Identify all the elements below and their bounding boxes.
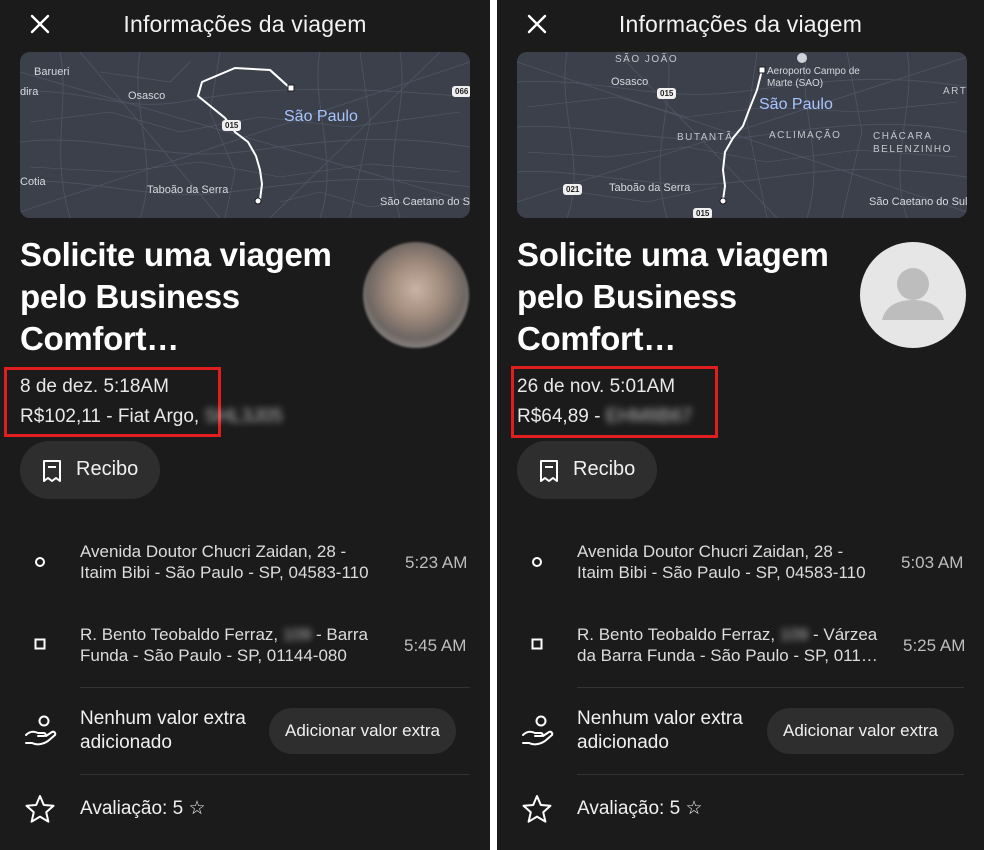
map-label: ART <box>943 86 967 97</box>
trip-fare-car: R$64,89 - EHM8B67 <box>517 406 692 428</box>
rating-text[interactable]: Avaliação: 5 ☆ <box>577 797 702 820</box>
page-title: Informações da viagem <box>618 11 863 37</box>
highway-shield: 015 <box>693 208 713 218</box>
map-label: dira <box>20 86 39 98</box>
pickup-address: Avenida Doutor Chucri Zaidan, 28 - Itaim… <box>80 542 369 582</box>
street-number-blurred: 109 <box>282 625 312 644</box>
map-label: ACLIMAÇÃO <box>769 130 842 141</box>
receipt-button[interactable]: Recibo <box>20 441 160 499</box>
map-label: Taboão da Serra <box>609 182 691 194</box>
fare-car-text: R$64,89 - <box>517 406 601 427</box>
receipt-button[interactable]: Recibo <box>517 441 657 499</box>
highway-shield: 015 <box>222 120 242 131</box>
map-label: São Caetano do Sul <box>380 196 470 208</box>
dropoff-address-part: R. Bento Teobaldo Ferraz, <box>80 625 279 644</box>
license-plate-blurred: EHM8B67 <box>605 406 693 427</box>
dropoff-address-part: R. Bento Teobaldo Ferraz, <box>577 625 776 644</box>
header: Informações da viagem <box>497 0 984 50</box>
tip-status-text: Nenhum valor extra adicionado <box>80 708 246 753</box>
map-label: São Caetano do Sul <box>869 196 967 208</box>
map-label: BUTANTÃ <box>677 132 734 143</box>
pickup-circle-icon <box>532 557 542 567</box>
trip-details-screen-left: Informações da viagem Barueri Osasco dir… <box>0 0 490 850</box>
trip-title: Solicite uma viagem pelo Business Comfor… <box>20 236 332 357</box>
dropoff-square-icon <box>34 638 46 650</box>
trip-title: Solicite uma viagem pelo Business Comfor… <box>517 236 829 357</box>
license-plate-blurred: SHL3J05 <box>204 406 283 427</box>
trip-fare-car: R$102,11 - Fiat Argo, SHL3J05 <box>20 406 283 428</box>
add-tip-button[interactable]: Adicionar valor extra <box>767 708 954 754</box>
highway-shield: 066 <box>452 86 470 97</box>
star-icon <box>25 795 55 823</box>
receipt-label: Recibo <box>573 458 636 480</box>
trip-datetime: 26 de nov. 5:01AM <box>517 376 676 397</box>
route-map[interactable]: SÃO JOÃO Osasco Aeroporto Campo de Marte… <box>517 52 967 218</box>
receipt-icon <box>540 460 558 482</box>
driver-avatar <box>363 242 469 348</box>
divider <box>80 687 470 688</box>
pickup-circle-icon <box>35 557 45 567</box>
person-icon <box>882 268 944 320</box>
dropoff-square-icon <box>531 638 543 650</box>
route-map[interactable]: Barueri Osasco dira Cotia Taboão da Serr… <box>20 52 470 218</box>
receipt-label: Recibo <box>76 458 139 480</box>
page-title: Informações da viagem <box>123 11 367 37</box>
map-city-label: São Paulo <box>284 108 358 125</box>
tip-status-text: Nenhum valor extra adicionado <box>577 708 743 753</box>
divider <box>577 687 964 688</box>
map-city-label: São Paulo <box>759 96 833 113</box>
map-roads <box>20 52 470 218</box>
map-label: CHÁCARA BELENZINHO <box>873 131 952 155</box>
tip-hand-icon <box>25 715 57 746</box>
receipt-icon <box>43 460 61 482</box>
header: Informações da viagem <box>0 0 490 50</box>
divider <box>577 774 964 775</box>
map-label: Osasco <box>611 76 649 88</box>
map-label: Cotia <box>20 176 46 188</box>
divider <box>80 774 470 775</box>
dropoff-address: R. Bento Teobaldo Ferraz, 109 - Barra Fu… <box>80 624 380 666</box>
map-label: Barueri <box>34 66 70 78</box>
trip-details-screen-right: Informações da viagem SÃO JOÃO Osasco Ae… <box>497 0 984 850</box>
map-label: SÃO JOÃO <box>615 54 679 65</box>
map-label: Osasco <box>128 90 166 102</box>
fare-car-text: R$102,11 - Fiat Argo, <box>20 406 200 427</box>
pickup-time: 5:03 AM <box>901 553 964 572</box>
trip-datetime: 8 de dez. 5:18AM <box>20 376 169 397</box>
dropoff-address: R. Bento Teobaldo Ferraz, 109 - Várzea d… <box>577 624 887 666</box>
pickup-address: Avenida Doutor Chucri Zaidan, 28 - Itaim… <box>577 542 866 582</box>
add-tip-button[interactable]: Adicionar valor extra <box>269 708 456 754</box>
rating-text[interactable]: Avaliação: 5 ☆ <box>80 797 205 820</box>
star-icon <box>522 795 552 823</box>
driver-avatar-placeholder <box>860 242 966 348</box>
street-number-blurred: 109 <box>779 625 809 644</box>
map-label: Taboão da Serra <box>147 184 229 196</box>
dropoff-time: 5:25 AM <box>903 636 966 655</box>
highway-shield: 015 <box>657 88 677 99</box>
pickup-time: 5:23 AM <box>405 553 468 572</box>
highway-shield: 021 <box>563 184 583 195</box>
tip-hand-icon <box>522 715 554 746</box>
dropoff-time: 5:45 AM <box>404 636 467 655</box>
map-label: Aeroporto Campo de Marte (SAO) <box>767 66 860 89</box>
